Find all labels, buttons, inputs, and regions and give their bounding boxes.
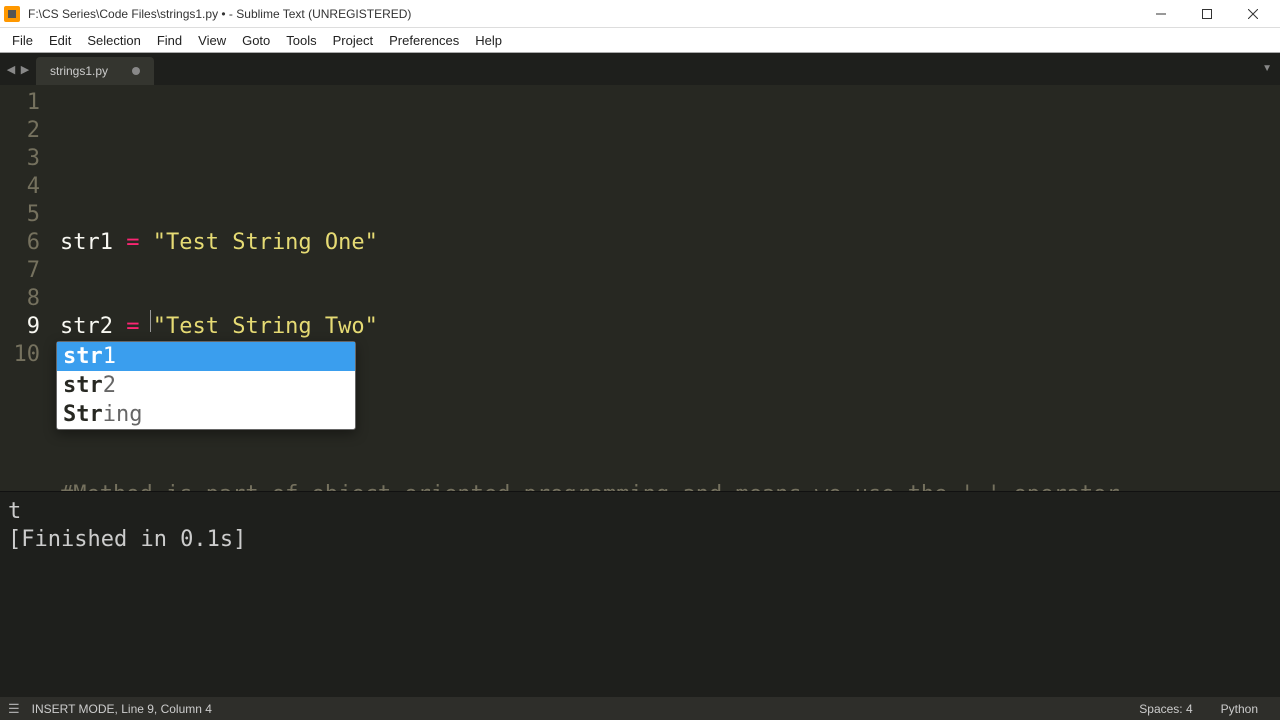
build-output[interactable]: t [Finished in 0.1s] xyxy=(0,491,1280,697)
tab-overflow-icon[interactable]: ▼ xyxy=(1262,63,1272,74)
tab-nav-forward-icon[interactable]: ▶ xyxy=(18,63,32,76)
menu-project[interactable]: Project xyxy=(325,30,381,51)
line-number: 1 xyxy=(0,89,40,117)
titlebar: F:\CS Series\Code Files\strings1.py • - … xyxy=(0,0,1280,28)
menu-view[interactable]: View xyxy=(190,30,234,51)
line-number: 10 xyxy=(0,341,40,369)
tabbar: ◀ ▶ strings1.py ▼ xyxy=(0,53,1280,85)
menu-preferences[interactable]: Preferences xyxy=(381,30,467,51)
menu-file[interactable]: File xyxy=(4,30,41,51)
line-number: 4 xyxy=(0,173,40,201)
gutter: 1 2 3 4 5 6 7 8 9 10 xyxy=(0,85,48,491)
close-button[interactable] xyxy=(1230,0,1276,28)
build-line: t xyxy=(8,498,1272,526)
mouse-cursor-icon xyxy=(150,310,151,332)
status-language[interactable]: Python xyxy=(1207,702,1272,716)
tab-strings1[interactable]: strings1.py xyxy=(36,57,154,85)
maximize-button[interactable] xyxy=(1184,0,1230,28)
panel-switcher-icon[interactable]: ☰ xyxy=(8,701,20,717)
autocomplete-popup[interactable]: str1 str2 String xyxy=(56,341,356,430)
autocomplete-item[interactable]: str2 xyxy=(57,371,355,400)
line-number: 7 xyxy=(0,257,40,285)
menu-tools[interactable]: Tools xyxy=(278,30,324,51)
window-title: F:\CS Series\Code Files\strings1.py • - … xyxy=(28,7,1138,21)
code-area[interactable]: str1 = "Test String One" str2 = "Test St… xyxy=(60,89,1264,491)
menu-edit[interactable]: Edit xyxy=(41,30,79,51)
line-number: 9 xyxy=(0,313,40,341)
line-number: 3 xyxy=(0,145,40,173)
menu-find[interactable]: Find xyxy=(149,30,190,51)
status-mode: INSERT MODE, Line 9, Column 4 xyxy=(32,702,212,716)
menu-help[interactable]: Help xyxy=(467,30,510,51)
line-number: 8 xyxy=(0,285,40,313)
tab-nav-back-icon[interactable]: ◀ xyxy=(4,63,18,76)
editor[interactable]: 1 2 3 4 5 6 7 8 9 10 str1 = "Test String… xyxy=(0,85,1280,491)
menubar: File Edit Selection Find View Goto Tools… xyxy=(0,28,1280,53)
app-icon xyxy=(4,6,20,22)
line-number: 2 xyxy=(0,117,40,145)
minimize-button[interactable] xyxy=(1138,0,1184,28)
autocomplete-item[interactable]: str1 xyxy=(57,342,355,371)
dirty-indicator-icon xyxy=(132,67,140,75)
autocomplete-item[interactable]: String xyxy=(57,400,355,429)
menu-selection[interactable]: Selection xyxy=(79,30,148,51)
build-line: [Finished in 0.1s] xyxy=(8,526,1272,554)
line-number: 5 xyxy=(0,201,40,229)
line-number: 6 xyxy=(0,229,40,257)
tab-label: strings1.py xyxy=(50,64,108,78)
status-spaces[interactable]: Spaces: 4 xyxy=(1125,702,1206,716)
menu-goto[interactable]: Goto xyxy=(234,30,278,51)
minimap[interactable] xyxy=(1268,85,1280,491)
statusbar: ☰ INSERT MODE, Line 9, Column 4 Spaces: … xyxy=(0,697,1280,720)
